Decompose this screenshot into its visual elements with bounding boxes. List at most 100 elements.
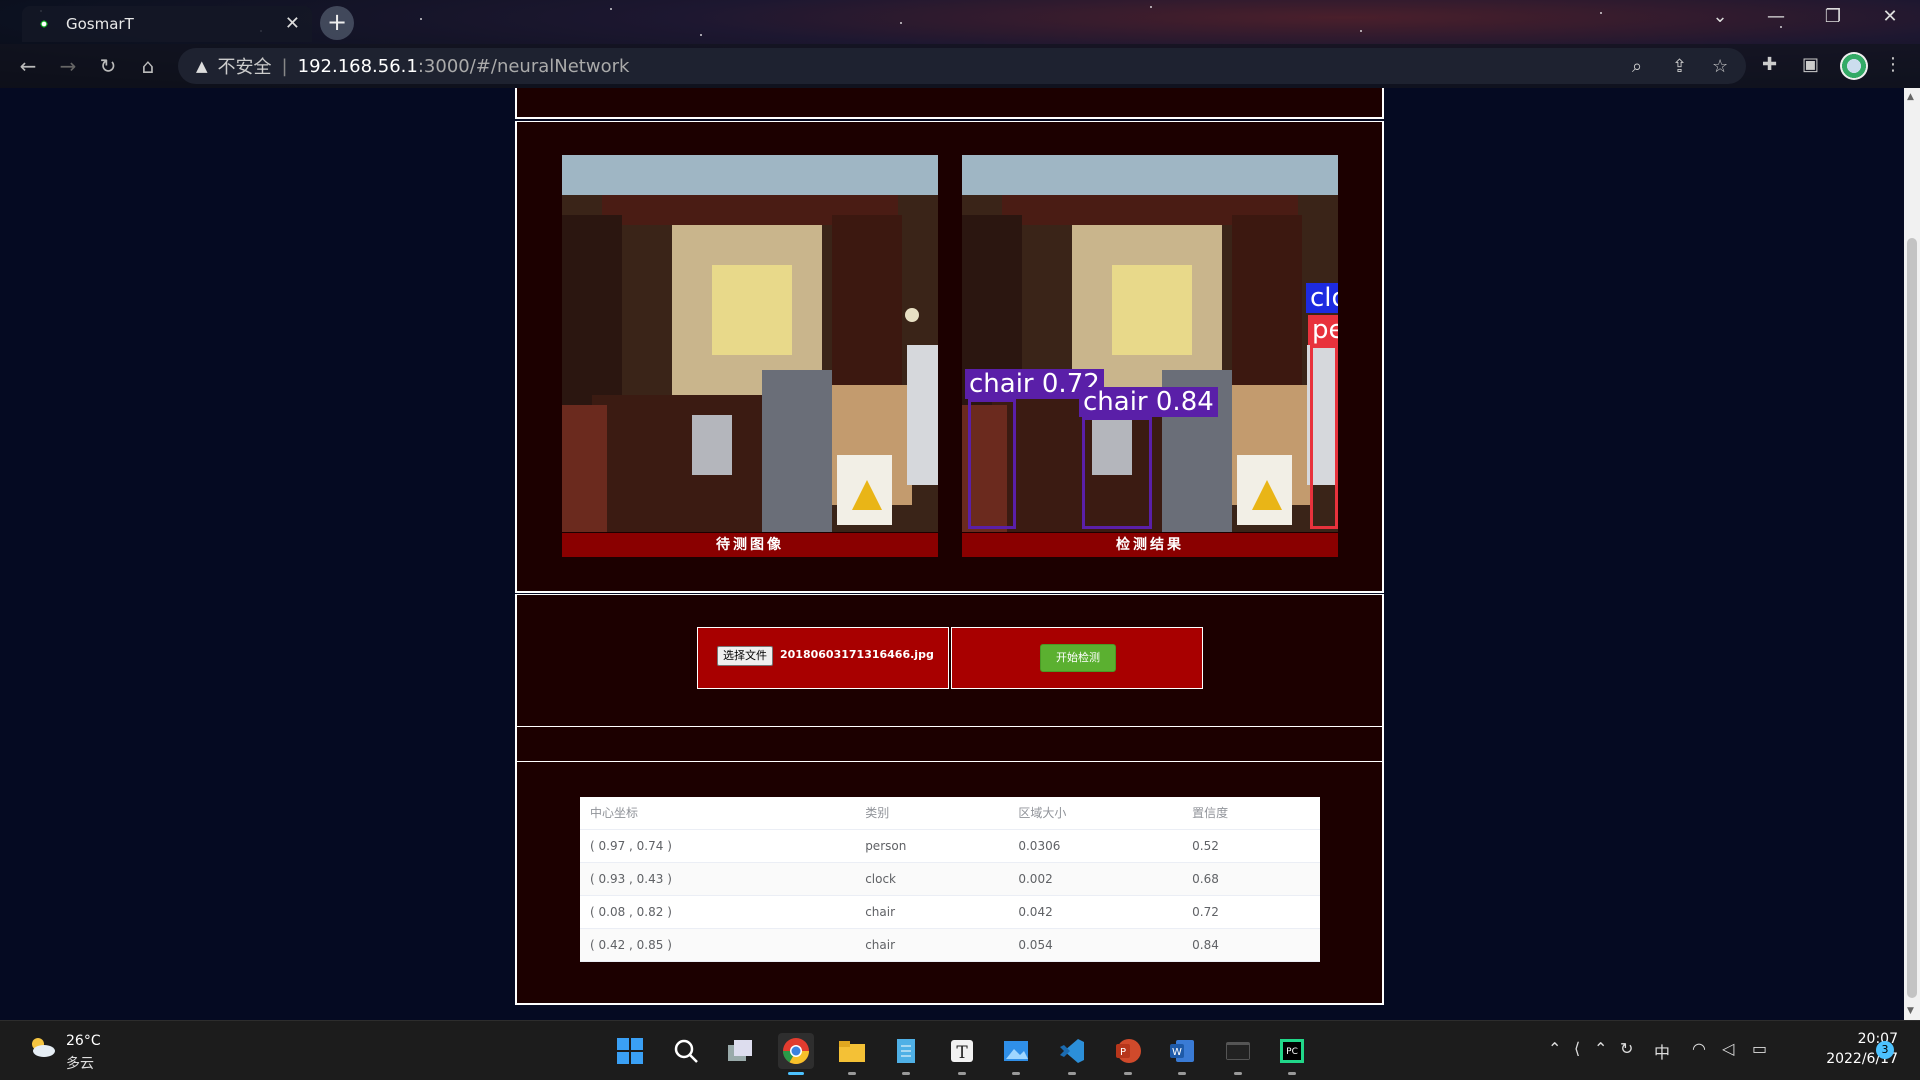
profile-avatar[interactable] xyxy=(1840,52,1868,80)
detection-box-chair-1 xyxy=(968,399,1016,529)
chevron-down-icon[interactable]: ⌄ xyxy=(1702,6,1738,27)
favicon-icon xyxy=(36,16,52,32)
task-view-icon[interactable] xyxy=(722,1033,758,1069)
page-content: 待测图像 chair 0.72 chair 0.84 cl pe 检测结果 选择… xyxy=(0,88,1904,1020)
close-icon[interactable]: ✕ xyxy=(1872,6,1908,27)
header-center-coord[interactable]: 中心坐标 xyxy=(580,797,856,830)
tab-close-icon[interactable]: ✕ xyxy=(285,13,300,34)
cell-category: person xyxy=(855,829,1009,863)
start-detection-cell: 开始检测 xyxy=(951,627,1203,689)
cell-area: 0.0306 xyxy=(1008,829,1183,863)
weather-description[interactable]: 多云 xyxy=(66,1053,94,1073)
page-scrollbar[interactable]: ▲ ▼ xyxy=(1904,88,1920,1020)
url-path: :3000/#/neuralNetwork xyxy=(417,55,630,77)
forward-icon[interactable]: → xyxy=(54,54,82,78)
browser-chrome: GosmarT ✕ + ⌄ — ❐ ✕ ← → ↻ ⌂ ▲ 不安全 | 192.… xyxy=(0,0,1920,88)
reload-icon[interactable]: ↻ xyxy=(94,54,122,78)
result-image: chair 0.72 chair 0.84 clo pe xyxy=(962,155,1338,532)
tray-chevron-icon[interactable]: ⌃ xyxy=(1594,1039,1607,1058)
pycharm-icon[interactable]: PC xyxy=(1274,1033,1310,1075)
input-image-caption: 待测图像 xyxy=(562,533,938,557)
table-row[interactable]: ( 0.93 , 0.43 ) clock 0.002 0.68 xyxy=(580,862,1320,896)
extensions-icon[interactable]: ✚ xyxy=(1762,54,1777,75)
cell-confidence: 0.72 xyxy=(1182,895,1320,929)
minimize-icon[interactable]: — xyxy=(1758,6,1794,27)
vscode-icon[interactable] xyxy=(1054,1033,1090,1075)
selected-file-name: 20180603171316466.jpg xyxy=(780,648,934,661)
home-icon[interactable]: ⌂ xyxy=(134,54,162,78)
table-header-row: 中心坐标 类别 区域大小 置信度 xyxy=(580,797,1320,830)
notepad-icon[interactable] xyxy=(888,1033,924,1075)
tray-pen-icon[interactable]: ⟨ xyxy=(1574,1039,1580,1058)
tab-title: GosmarT xyxy=(66,15,134,33)
top-panel xyxy=(515,88,1384,119)
results-table: 中心坐标 类别 区域大小 置信度 ( 0.97 , 0.74 ) person … xyxy=(580,797,1320,962)
scroll-down-icon[interactable]: ▼ xyxy=(1907,1006,1914,1016)
table-row[interactable]: ( 0.08 , 0.82 ) chair 0.042 0.72 xyxy=(580,895,1320,929)
file-upload-cell: 选择文件 20180603171316466.jpg xyxy=(697,627,949,689)
cell-center: ( 0.08 , 0.82 ) xyxy=(580,895,856,929)
table-row[interactable]: ( 0.97 , 0.74 ) person 0.0306 0.52 xyxy=(580,829,1320,863)
cell-area: 0.002 xyxy=(1008,862,1183,896)
cell-center: ( 0.97 , 0.74 ) xyxy=(580,829,856,863)
cell-confidence: 0.84 xyxy=(1182,928,1320,962)
start-detection-button[interactable]: 开始检测 xyxy=(1040,644,1116,672)
terminal-icon[interactable] xyxy=(1220,1033,1256,1075)
back-icon[interactable]: ← xyxy=(14,54,42,78)
typora-icon[interactable]: T xyxy=(944,1033,980,1075)
input-image xyxy=(562,155,938,532)
table-row[interactable]: ( 0.42 , 0.85 ) chair 0.054 0.84 xyxy=(580,928,1320,962)
scrollbar-thumb[interactable] xyxy=(1907,238,1917,998)
detection-box-person xyxy=(1310,345,1338,529)
powerpoint-icon[interactable]: P xyxy=(1110,1033,1146,1075)
search-icon[interactable] xyxy=(668,1033,704,1069)
spacer-panel xyxy=(515,726,1384,764)
restore-icon[interactable]: ❐ xyxy=(1815,6,1851,27)
svg-text:PC: PC xyxy=(1286,1047,1298,1057)
notification-badge[interactable]: 3 xyxy=(1876,1041,1894,1059)
header-confidence[interactable]: 置信度 xyxy=(1182,797,1320,830)
cell-category: clock xyxy=(855,862,1009,896)
tray-overflow-icon[interactable]: ⌃ xyxy=(1548,1039,1561,1058)
address-bar[interactable]: ▲ 不安全 | 192.168.56.1 :3000/#/neuralNetwo… xyxy=(178,48,1746,84)
weather-temperature[interactable]: 26°C xyxy=(66,1033,101,1049)
sync-icon[interactable]: ↻ xyxy=(1620,1039,1633,1058)
cell-area: 0.042 xyxy=(1008,895,1183,929)
header-category[interactable]: 类别 xyxy=(855,797,1009,830)
detection-label-chair-2: chair 0.84 xyxy=(1079,387,1218,417)
zoom-icon[interactable]: ⌕ xyxy=(1632,56,1642,77)
battery-icon[interactable]: ▭ xyxy=(1752,1039,1767,1058)
wifi-icon[interactable]: ◠ xyxy=(1692,1039,1706,1058)
file-explorer-icon[interactable] xyxy=(834,1033,870,1075)
cell-area: 0.054 xyxy=(1008,928,1183,962)
taskbar: 26°C 多云 T P W PC ⌃ ⟨ ⌃ ↻ 中 ◠ ◁ ▭ 20:07 2… xyxy=(0,1020,1920,1080)
warning-icon[interactable]: ▲ xyxy=(196,57,208,75)
bookmark-star-icon[interactable]: ☆ xyxy=(1712,56,1728,77)
browser-tab[interactable]: GosmarT ✕ xyxy=(22,6,312,42)
header-area-size[interactable]: 区域大小 xyxy=(1008,797,1183,830)
volume-icon[interactable]: ◁ xyxy=(1722,1039,1734,1058)
weather-cloud-icon[interactable] xyxy=(28,1035,56,1059)
url-host: 192.168.56.1 xyxy=(297,55,418,77)
cell-center: ( 0.93 , 0.43 ) xyxy=(580,862,856,896)
choose-file-button[interactable]: 选择文件 xyxy=(717,646,773,666)
photos-icon[interactable] xyxy=(998,1033,1034,1075)
cell-confidence: 0.68 xyxy=(1182,862,1320,896)
room-photo xyxy=(562,155,938,532)
scroll-up-icon[interactable]: ▲ xyxy=(1907,92,1914,102)
svg-text:P: P xyxy=(1120,1047,1126,1058)
new-tab-button[interactable]: + xyxy=(320,6,354,40)
word-icon[interactable]: W xyxy=(1164,1033,1200,1075)
detection-box-chair-2 xyxy=(1082,417,1152,529)
security-label: 不安全 xyxy=(217,57,272,78)
side-panel-icon[interactable]: ▣ xyxy=(1802,54,1819,75)
upload-panel: 选择文件 20180603171316466.jpg 开始检测 xyxy=(515,594,1384,728)
chrome-icon[interactable] xyxy=(778,1033,814,1075)
svg-text:T: T xyxy=(956,1043,968,1063)
ime-indicator[interactable]: 中 xyxy=(1654,1039,1670,1063)
windows-start-icon[interactable] xyxy=(612,1033,648,1069)
cell-category: chair xyxy=(855,895,1009,929)
results-panel: 中心坐标 类别 区域大小 置信度 ( 0.97 , 0.74 ) person … xyxy=(515,761,1384,1005)
menu-icon[interactable]: ⋮ xyxy=(1884,54,1902,75)
share-icon[interactable]: ⇪ xyxy=(1672,56,1687,77)
